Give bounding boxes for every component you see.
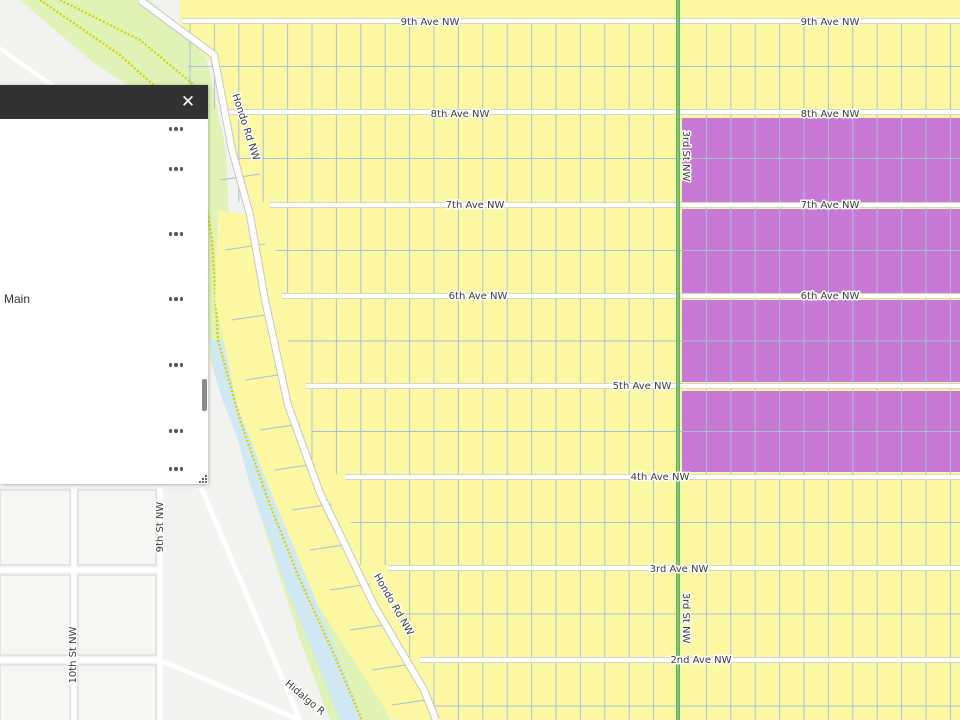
layer-label: Main <box>4 292 31 306</box>
layer-row[interactable] <box>0 421 196 443</box>
label-10th-st: 10th St NW <box>68 626 79 683</box>
label-7th-ave-left: 7th Ave NW <box>446 200 505 211</box>
layer-row[interactable] <box>0 355 196 377</box>
more-options-icon[interactable] <box>162 461 190 477</box>
layer-row[interactable] <box>0 119 196 141</box>
label-5th-ave: 5th Ave NW <box>613 381 672 392</box>
label-9th-st: 9th St NW <box>155 502 166 553</box>
layer-list-panel: ✕ Main <box>0 85 208 484</box>
label-2nd-ave: 2nd Ave NW <box>670 655 731 666</box>
panel-body: Main <box>0 119 208 484</box>
label-9th-ave-right: 9th Ave NW <box>801 17 860 28</box>
scrollbar-thumb[interactable] <box>202 379 207 411</box>
label-7th-ave-right: 7th Ave NW <box>801 200 860 211</box>
label-6th-ave-left: 6th Ave NW <box>449 291 508 302</box>
more-options-icon[interactable] <box>162 121 190 137</box>
label-9th-ave-left: 9th Ave NW <box>401 17 460 28</box>
scrollbar-track[interactable] <box>200 119 208 478</box>
label-4th-ave: 4th Ave NW <box>631 472 690 483</box>
layer-row[interactable] <box>0 459 196 481</box>
label-8th-ave-right: 8th Ave NW <box>801 109 860 120</box>
label-3rd-st-north: 3rd St NW <box>680 131 691 182</box>
more-options-icon[interactable] <box>162 423 190 439</box>
more-options-icon[interactable] <box>162 161 190 177</box>
label-6th-ave-right: 6th Ave NW <box>801 291 860 302</box>
layer-row[interactable]: Main <box>0 289 196 311</box>
west-blocks <box>0 489 157 720</box>
resize-handle-icon[interactable] <box>199 475 207 483</box>
label-8th-ave-left: 8th Ave NW <box>431 109 490 120</box>
layer-row[interactable] <box>0 224 196 246</box>
more-options-icon[interactable] <box>162 291 190 307</box>
more-options-icon[interactable] <box>162 226 190 242</box>
label-3rd-ave: 3rd Ave NW <box>650 564 709 575</box>
panel-header: ✕ <box>0 85 208 119</box>
label-3rd-st-south: 3rd St NW <box>680 593 691 644</box>
layer-row[interactable] <box>0 159 196 181</box>
close-icon[interactable]: ✕ <box>178 91 198 113</box>
more-options-icon[interactable] <box>162 357 190 373</box>
